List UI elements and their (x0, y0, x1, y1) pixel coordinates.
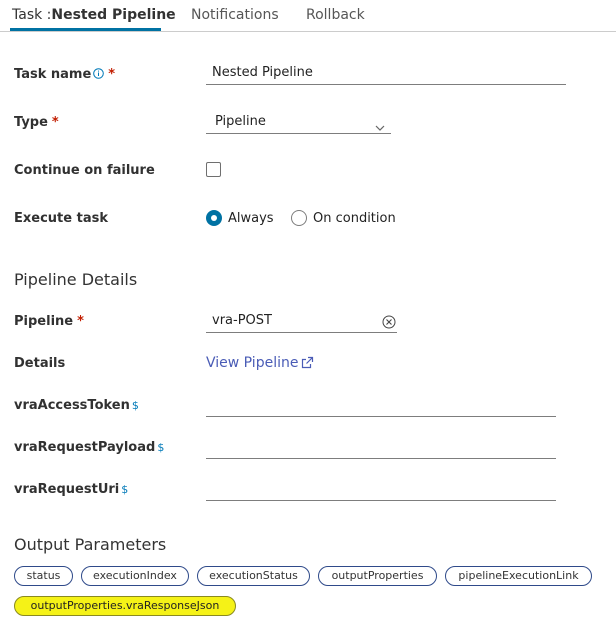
output-parameters-title: Output Parameters (14, 535, 167, 554)
tab-bar: Task :Nested Pipeline Notifications Roll… (0, 0, 616, 32)
view-pipeline-link-text: View Pipeline (206, 355, 299, 371)
pipeline-value: vra-POST (212, 313, 272, 328)
tab-task[interactable]: Task :Nested Pipeline (12, 7, 176, 23)
vra-access-token-label-text: vraAccessToken (14, 398, 130, 413)
vra-request-payload-label-text: vraRequestPayload (14, 440, 156, 455)
output-param-pill: executionIndex (81, 566, 189, 586)
output-param-pill: outputProperties (318, 566, 437, 586)
task-name-value: Nested Pipeline (212, 65, 313, 80)
task-name-label: Task name * (14, 67, 115, 83)
type-label: Type * (14, 115, 59, 130)
external-link-icon (302, 356, 314, 369)
pipeline-details-title: Pipeline Details (14, 270, 138, 289)
info-icon[interactable] (93, 68, 105, 83)
type-value: Pipeline (215, 114, 266, 129)
pipeline-input[interactable]: vra-POST (206, 311, 397, 333)
execute-always-radio[interactable] (206, 210, 222, 226)
continue-on-failure-checkbox[interactable] (206, 162, 221, 177)
type-label-text: Type (14, 115, 48, 130)
chevron-down-icon (375, 117, 385, 136)
pipeline-label: Pipeline * (14, 314, 84, 329)
active-tab-indicator (10, 28, 161, 31)
vra-request-uri-label-text: vraRequestUri (14, 482, 120, 497)
execute-always-label[interactable]: Always (228, 211, 274, 226)
task-name-input[interactable]: Nested Pipeline (206, 63, 566, 85)
required-mark: * (51, 115, 59, 130)
required-mark: * (77, 314, 84, 329)
vra-request-payload-label: vraRequestPayload $ (14, 440, 164, 455)
output-param-pill: status (14, 566, 73, 586)
pipeline-label-text: Pipeline (14, 314, 74, 329)
tab-task-prefix: Task : (12, 7, 52, 23)
required-mark: * (108, 67, 116, 82)
details-label: Details (14, 356, 66, 371)
continue-on-failure-label: Continue on failure (14, 163, 155, 178)
output-param-pill-highlighted: outputProperties.vraResponseJson (14, 596, 236, 616)
type-select[interactable]: Pipeline (206, 112, 391, 134)
vra-access-token-input[interactable] (206, 395, 556, 417)
execute-on-condition-label[interactable]: On condition (313, 211, 396, 226)
execute-task-label: Execute task (14, 211, 108, 226)
output-param-pill: executionStatus (197, 566, 310, 586)
execute-on-condition-radio[interactable] (291, 210, 307, 226)
variable-marker: $ (121, 483, 129, 496)
output-param-pill: pipelineExecutionLink (445, 566, 592, 586)
vra-request-uri-input[interactable] (206, 479, 556, 501)
vra-request-uri-label: vraRequestUri $ (14, 482, 128, 497)
view-pipeline-link[interactable]: View Pipeline (206, 355, 314, 371)
tab-notifications[interactable]: Notifications (191, 7, 279, 23)
task-name-label-text: Task name (14, 67, 92, 82)
vra-access-token-label: vraAccessToken $ (14, 398, 139, 413)
clear-icon[interactable] (382, 314, 396, 333)
vra-request-payload-input[interactable] (206, 437, 556, 459)
variable-marker: $ (131, 399, 139, 412)
variable-marker: $ (157, 441, 165, 454)
tab-task-name: Nested Pipeline (51, 7, 176, 23)
tab-rollback[interactable]: Rollback (306, 7, 365, 23)
